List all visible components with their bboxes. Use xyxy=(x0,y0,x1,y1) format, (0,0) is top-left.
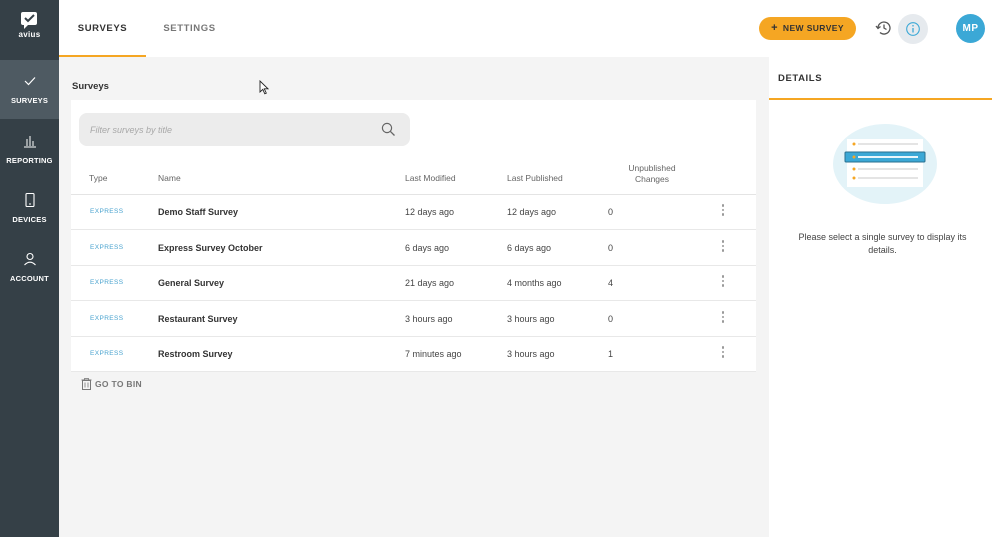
sidebar-item-label: DEVICES xyxy=(12,215,47,224)
search-input[interactable] xyxy=(90,113,370,146)
trash-icon xyxy=(81,378,92,390)
sidebar-item-reporting[interactable]: REPORTING xyxy=(0,119,59,178)
logo-icon xyxy=(20,12,37,29)
tab-details[interactable]: DETAILS xyxy=(769,57,992,100)
new-survey-label: NEW SURVEY xyxy=(782,23,844,33)
survey-name: Restroom Survey xyxy=(158,349,233,359)
tablet-icon xyxy=(24,192,35,208)
column-header-line: Unpublished xyxy=(628,163,676,173)
logo-text: avius xyxy=(18,30,41,39)
table-row[interactable]: EXPRESS General Survey 21 days ago 4 mon… xyxy=(71,266,756,301)
survey-list-illustration xyxy=(833,124,937,204)
history-icon xyxy=(875,21,891,35)
column-header-last-published[interactable]: Last Published xyxy=(507,173,563,183)
survey-name: General Survey xyxy=(158,278,225,288)
new-survey-button[interactable]: + NEW SURVEY xyxy=(759,17,856,40)
more-options-icon[interactable] xyxy=(716,275,730,291)
top-bar: SURVEYS SETTINGS + NEW SURVEY MP xyxy=(59,0,992,57)
survey-unpublished-changes: 0 xyxy=(608,314,614,324)
survey-unpublished-changes: 0 xyxy=(608,243,614,253)
survey-last-modified: 3 hours ago xyxy=(405,314,453,324)
sidebar-item-label: REPORTING xyxy=(6,156,53,165)
tab-surveys[interactable]: SURVEYS xyxy=(59,0,146,57)
sidebar-item-devices[interactable]: DEVICES xyxy=(0,178,59,237)
survey-type-badge: EXPRESS xyxy=(90,208,124,215)
bar-chart-icon xyxy=(23,136,36,148)
search-icon[interactable] xyxy=(381,122,396,137)
survey-name: Demo Staff Survey xyxy=(158,207,239,217)
survey-last-modified: 12 days ago xyxy=(405,207,455,217)
more-options-icon[interactable] xyxy=(716,346,730,362)
tab-settings[interactable]: SETTINGS xyxy=(146,0,233,57)
info-button[interactable] xyxy=(898,14,928,44)
survey-last-published: 12 days ago xyxy=(507,207,557,217)
survey-unpublished-changes: 0 xyxy=(608,207,614,217)
search-box xyxy=(79,113,410,146)
column-header-last-modified[interactable]: Last Modified xyxy=(405,173,456,183)
survey-unpublished-changes: 1 xyxy=(608,349,614,359)
survey-last-modified: 6 days ago xyxy=(405,243,450,253)
survey-unpublished-changes: 4 xyxy=(608,278,614,288)
details-empty-message: Please select a single survey to display… xyxy=(798,232,967,255)
sidebar: avius SURVEYS REPORTING DEVICES ACCOUNT xyxy=(0,0,59,537)
avius-logo[interactable]: avius xyxy=(0,10,59,39)
column-header-name[interactable]: Name xyxy=(158,173,181,183)
table-row[interactable]: EXPRESS Express Survey October 6 days ag… xyxy=(71,231,756,266)
survey-last-published: 3 hours ago xyxy=(507,314,555,324)
check-icon xyxy=(24,77,35,86)
table-row[interactable]: EXPRESS Restaurant Survey 3 hours ago 3 … xyxy=(71,302,756,337)
survey-last-published: 6 days ago xyxy=(507,243,552,253)
survey-type-badge: EXPRESS xyxy=(90,279,124,286)
column-header-type[interactable]: Type xyxy=(89,173,107,183)
survey-type-badge: EXPRESS xyxy=(90,244,124,251)
survey-last-modified: 21 days ago xyxy=(405,278,455,288)
sidebar-item-label: SURVEYS xyxy=(10,96,49,105)
more-options-icon[interactable] xyxy=(716,311,730,327)
column-header-unpublished-changes[interactable]: Unpublished Changes xyxy=(618,163,686,185)
details-panel: DETAILS Please select a single survey to… xyxy=(769,57,992,537)
avatar[interactable]: MP xyxy=(956,14,985,43)
survey-last-modified: 7 minutes ago xyxy=(405,349,462,359)
sidebar-item-label: ACCOUNT xyxy=(10,274,49,283)
column-header-line: Changes xyxy=(634,174,670,184)
plus-icon: + xyxy=(771,22,778,34)
survey-type-badge: EXPRESS xyxy=(90,350,124,357)
more-options-icon[interactable] xyxy=(716,204,730,220)
surveys-panel: Type Name Last Modified Last Published U… xyxy=(71,100,756,372)
survey-last-published: 3 hours ago xyxy=(507,349,555,359)
survey-last-published: 4 months ago xyxy=(507,278,562,288)
history-button[interactable] xyxy=(873,17,895,39)
user-icon xyxy=(23,252,36,266)
sidebar-item-surveys[interactable]: SURVEYS xyxy=(0,60,59,119)
details-tab-label: DETAILS xyxy=(778,73,823,84)
survey-name: Restaurant Survey xyxy=(158,314,238,324)
table-row[interactable]: EXPRESS Restroom Survey 7 minutes ago 3 … xyxy=(71,337,756,372)
go-to-bin-label: GO TO BIN xyxy=(95,379,142,389)
more-options-icon[interactable] xyxy=(716,240,730,256)
page-title: Surveys xyxy=(72,81,109,92)
survey-name: Express Survey October xyxy=(158,243,263,253)
table-row[interactable]: EXPRESS Demo Staff Survey 12 days ago 12… xyxy=(71,195,756,230)
sidebar-item-account[interactable]: ACCOUNT xyxy=(0,237,59,296)
mouse-cursor-icon xyxy=(259,80,269,95)
info-icon xyxy=(906,22,920,36)
survey-type-badge: EXPRESS xyxy=(90,315,124,322)
